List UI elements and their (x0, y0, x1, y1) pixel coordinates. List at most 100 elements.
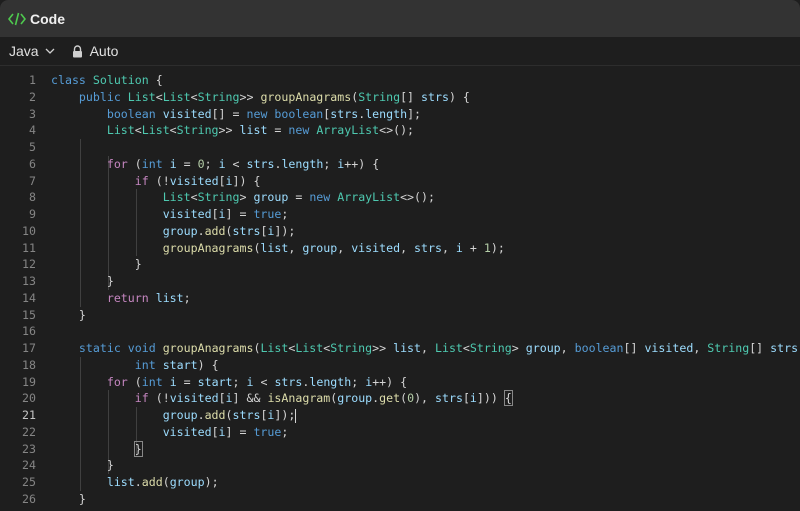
code-token: group (253, 190, 289, 205)
code-line[interactable]: 26 } (0, 491, 800, 508)
code-token: groupAnagrams (162, 240, 254, 255)
code-token: length (309, 374, 352, 389)
chevron-down-icon (45, 46, 55, 56)
code-token: class (51, 73, 86, 87)
code-token: 0 (407, 391, 415, 406)
code-line[interactable]: 13 } (0, 273, 800, 290)
code-token: } (51, 257, 142, 272)
window-title: Code (30, 10, 65, 27)
code-token: } (51, 458, 114, 473)
code-line[interactable]: 4 List<List<String>> list = new ArrayLis… (0, 122, 800, 139)
code-line[interactable]: 17 static void groupAnagrams(List<List<S… (0, 340, 800, 357)
code-token: ]); (274, 223, 296, 238)
code-token: start (162, 357, 198, 372)
code-line[interactable]: 1 class Solution { (0, 72, 800, 89)
code-token: { (503, 390, 513, 407)
code-token: String (330, 341, 373, 355)
code-token: i (225, 173, 233, 188)
code-line[interactable]: 19 for (int i = start; i < strs.length; … (0, 374, 800, 391)
code-token: String (469, 341, 512, 355)
code-line[interactable]: 15 } (0, 307, 800, 324)
code-line[interactable]: 8 List<String> group = new ArrayList<>()… (0, 189, 800, 206)
code-line[interactable]: 10 group.add(strs[i]); (0, 223, 800, 240)
code-token: visited (644, 341, 694, 355)
code-token: String (176, 123, 219, 138)
code-line[interactable]: 9 visited[i] = true; (0, 206, 800, 223)
code-line[interactable]: 6 for (int i = 0; i < strs.length; i++) … (0, 156, 800, 173)
line-number: 19 (22, 374, 36, 389)
line-number: 21 (22, 408, 36, 422)
line-number: 7 (29, 173, 36, 188)
code-token: ; (281, 207, 289, 221)
code-token: visited (162, 424, 212, 439)
code-line[interactable]: 14 return list; (0, 290, 800, 307)
code-line[interactable]: 7 if (!visited[i]) { (0, 173, 800, 190)
code-token: boolean (274, 106, 324, 121)
code-token: [] = (211, 106, 247, 121)
language-select[interactable]: Java (9, 43, 55, 59)
line-code: } (51, 256, 142, 273)
code-token: ; (204, 156, 219, 171)
code-token: < (134, 123, 142, 138)
code-token: ArrayList (337, 190, 401, 205)
code-token: > (239, 190, 254, 205)
line-code: class Solution { (51, 72, 163, 89)
code-token: >> (218, 123, 240, 138)
code-line[interactable]: 22 visited[i] = true; (0, 424, 800, 441)
code-line[interactable]: 21 group.add(strs[i]); (0, 407, 800, 424)
code-line[interactable]: 11 groupAnagrams(list, group, visited, s… (0, 240, 800, 257)
code-token: i (218, 207, 226, 221)
code-line[interactable]: 12 } (0, 256, 800, 273)
line-code: } (51, 307, 86, 324)
code-token: , (560, 341, 575, 355)
line-code: for (int i = 0; i < strs.length; i++) { (51, 156, 379, 173)
code-token: get (379, 391, 401, 406)
line-code: group.add(strs[i]); (51, 407, 297, 424)
code-token: Solution (92, 73, 149, 87)
code-token: ( (127, 156, 142, 171)
code-line[interactable]: 16 (0, 323, 800, 340)
text-cursor (295, 408, 297, 423)
code-line[interactable]: 20 if (!visited[i] && isAnagram(group.ge… (0, 390, 800, 407)
mode-indicator[interactable]: Auto (72, 43, 119, 59)
code-line[interactable]: 24 } (0, 457, 800, 474)
code-token: int (141, 374, 163, 389)
code-line[interactable]: 5 (0, 139, 800, 156)
code-token: for (106, 374, 128, 389)
code-line[interactable]: 25 list.add(group); (0, 474, 800, 491)
code-token: boolean (106, 106, 156, 121)
code-token: ] = (225, 207, 254, 221)
code-token: new (246, 106, 268, 121)
code-line[interactable]: 23 } (0, 440, 800, 458)
code-token: , (693, 341, 708, 355)
code-line[interactable]: 2 public List<List<String>> groupAnagram… (0, 89, 800, 106)
code-token: ( (162, 475, 170, 489)
line-number: 23 (22, 441, 36, 456)
code-window: Code Java Auto 1 class Solution {2 public… (0, 0, 800, 511)
line-number: 20 (22, 391, 36, 406)
line-number: 1 (29, 73, 36, 87)
code-token: visited (169, 391, 219, 406)
code-token: . (197, 408, 205, 422)
code-editor[interactable]: 1 class Solution {2 public List<List<Stri… (0, 71, 800, 511)
code-token: <>(); (379, 123, 415, 138)
code-line[interactable]: 3 boolean visited[] = new boolean[strs.l… (0, 106, 800, 123)
code-token: i (469, 391, 477, 406)
mode-label: Auto (89, 43, 119, 59)
code-token: ; (232, 374, 247, 389)
code-token: ( (127, 374, 142, 389)
code-token: if (134, 173, 149, 188)
code-token: [] (400, 89, 422, 104)
line-code: } (51, 491, 86, 508)
code-token: group (162, 408, 198, 422)
code-token: i (225, 391, 233, 406)
code-token: if (134, 391, 149, 406)
code-token: i (455, 240, 463, 255)
code-line[interactable]: 18 int start) { (0, 357, 800, 374)
